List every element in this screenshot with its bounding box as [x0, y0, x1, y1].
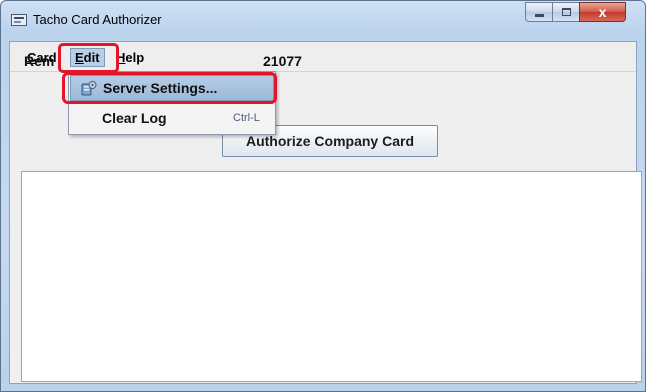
- clear-log-label: Clear Log: [102, 110, 167, 126]
- edit-menu-annotation-outline: [58, 43, 119, 73]
- close-icon: x: [598, 4, 607, 20]
- maximize-button[interactable]: [552, 2, 580, 22]
- log-area[interactable]: [21, 171, 642, 382]
- menu-item-clear-log[interactable]: Clear Log Ctrl-L: [70, 106, 274, 132]
- maximize-icon: [562, 8, 571, 16]
- minimize-button[interactable]: [525, 2, 553, 22]
- window-title: Tacho Card Authorizer: [33, 12, 162, 27]
- title-bar[interactable]: Tacho Card Authorizer x: [1, 1, 645, 41]
- remote-value: 21077: [263, 53, 302, 69]
- app-icon: [11, 14, 27, 26]
- remote-label: Rem: [24, 53, 55, 69]
- menu-help-rest: elp: [125, 50, 145, 65]
- close-button[interactable]: x: [579, 2, 626, 22]
- clear-log-shortcut: Ctrl-L: [233, 112, 260, 124]
- minimize-icon: [535, 14, 544, 17]
- app-window: Tacho Card Authorizer x Card Edit Help R…: [0, 0, 646, 392]
- server-settings-annotation-outline: [62, 72, 277, 104]
